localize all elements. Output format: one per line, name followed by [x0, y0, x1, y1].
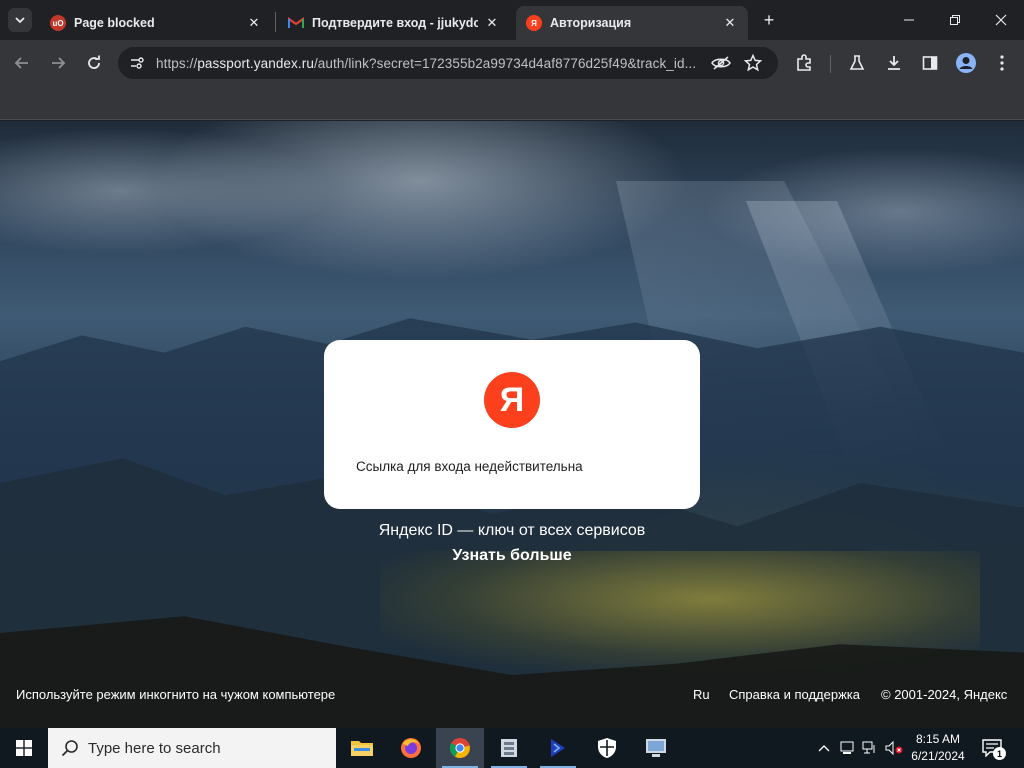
- notification-center-button[interactable]: 1: [980, 736, 1006, 760]
- tab-page-blocked[interactable]: uO Page blocked ✕: [40, 6, 272, 40]
- arrow-left-icon: [14, 57, 28, 69]
- minimize-button[interactable]: [886, 0, 932, 40]
- tab-authorization[interactable]: Я Авторизация ✕: [516, 6, 748, 40]
- yandex-logo-icon: Я: [484, 372, 540, 428]
- close-window-button[interactable]: [978, 0, 1024, 40]
- tab-title: Авторизация: [550, 16, 632, 30]
- arrow-right-icon: [52, 57, 66, 69]
- notification-count-badge: 1: [993, 747, 1006, 760]
- close-icon: [995, 14, 1007, 26]
- learn-more-link[interactable]: Узнать больше: [0, 547, 1024, 565]
- flask-icon: [849, 55, 865, 70]
- page-content: Я Ссылка для входа недействительна Яндек…: [0, 121, 1024, 728]
- chrome-icon[interactable]: [436, 728, 484, 768]
- search-icon: [60, 738, 80, 758]
- tab-search-button[interactable]: [8, 8, 32, 32]
- close-icon[interactable]: ✕: [246, 15, 262, 31]
- restore-button[interactable]: [932, 0, 978, 40]
- terminal-app-icon[interactable]: [534, 728, 582, 768]
- side-panel-icon: [922, 56, 938, 70]
- close-icon[interactable]: ✕: [484, 15, 500, 31]
- extensions-button[interactable]: [790, 49, 818, 77]
- auth-card: Я Ссылка для входа недействительна: [324, 340, 700, 509]
- tab-title: Page blocked: [74, 16, 155, 30]
- puzzle-icon: [797, 54, 811, 71]
- yandex-icon: Я: [526, 15, 542, 31]
- tab-separator: [275, 12, 276, 32]
- start-button[interactable]: [0, 728, 48, 768]
- tagline: Яндекс ID — ключ от всех сервисов: [378, 522, 646, 539]
- bookmarks-bar: [0, 86, 1024, 120]
- labs-button[interactable]: [843, 49, 871, 77]
- archive-app-icon[interactable]: [485, 728, 533, 768]
- profile-button[interactable]: [952, 49, 980, 77]
- remote-app-icon[interactable]: [632, 728, 680, 768]
- gmail-icon: [288, 15, 304, 31]
- search-placeholder: Type here to search: [88, 739, 221, 757]
- minimize-icon: [904, 19, 914, 21]
- ublock-origin-icon: uO: [50, 15, 66, 31]
- clock-date: 6/21/2024: [911, 749, 965, 763]
- incognito-hint-link[interactable]: Используйте режим инкогнито на чужом ком…: [16, 687, 335, 702]
- tab-gmail[interactable]: Подтвердите вход - jjukydoo ✕: [278, 6, 510, 40]
- show-hidden-icons-chevron-icon[interactable]: [814, 738, 834, 758]
- bookmark-star-icon[interactable]: [742, 52, 764, 74]
- forward-button[interactable]: [44, 49, 72, 77]
- url-scheme: https://: [156, 55, 198, 71]
- url-path: /auth/link?secret=172355b2a99734d4af8776…: [313, 55, 696, 71]
- close-icon[interactable]: ✕: [722, 15, 738, 31]
- url-host: passport.yandex.ru: [197, 55, 314, 71]
- volume-muted-icon[interactable]: [884, 738, 904, 758]
- back-button[interactable]: [8, 49, 36, 77]
- reload-button[interactable]: [80, 49, 108, 77]
- security-shield-icon[interactable]: [583, 728, 631, 768]
- kebab-menu-icon: [1000, 55, 1004, 71]
- help-link[interactable]: Справка и поддержка: [729, 687, 860, 702]
- download-icon: [888, 56, 900, 70]
- menu-button[interactable]: [988, 49, 1016, 77]
- chevron-down-icon: [15, 17, 25, 24]
- error-message: Ссылка для входа недействительна: [356, 459, 583, 474]
- restore-icon: [950, 15, 960, 25]
- language-switch[interactable]: Ru: [693, 687, 710, 702]
- avatar-icon: [956, 53, 976, 73]
- url-text[interactable]: https://passport.yandex.ru/auth/link?sec…: [156, 56, 696, 71]
- clock-time: 8:15 AM: [915, 732, 961, 746]
- network-icon[interactable]: [860, 738, 880, 758]
- file-explorer-icon[interactable]: [338, 728, 386, 768]
- tab-strip: uO Page blocked ✕ Подтвердите вход - jju…: [0, 0, 1024, 40]
- browser-toolbar: https://passport.yandex.ru/auth/link?sec…: [0, 40, 1024, 86]
- taskbar-search[interactable]: Type here to search: [48, 728, 336, 768]
- windows-logo-icon: [16, 740, 32, 756]
- windows-taskbar: Type here to search 8:15 AM 6/21/2024 1: [0, 728, 1024, 768]
- downloads-button[interactable]: [880, 49, 908, 77]
- copyright: © 2001-2024, Яндекс: [881, 687, 1008, 702]
- tab-title: Подтвердите вход - jjukydoo: [312, 16, 478, 30]
- reload-icon: [88, 55, 100, 69]
- side-panel-button[interactable]: [916, 49, 944, 77]
- new-tab-button[interactable]: +: [758, 9, 780, 31]
- tray-app-icon[interactable]: [837, 738, 857, 758]
- address-bar[interactable]: https://passport.yandex.ru/auth/link?sec…: [118, 47, 778, 79]
- site-settings-icon[interactable]: [126, 52, 148, 74]
- toolbar-divider: [830, 55, 831, 73]
- system-clock[interactable]: 8:15 AM 6/21/2024: [906, 731, 970, 765]
- firefox-icon[interactable]: [387, 728, 435, 768]
- eye-off-icon[interactable]: [710, 52, 732, 74]
- plus-icon: +: [763, 9, 775, 30]
